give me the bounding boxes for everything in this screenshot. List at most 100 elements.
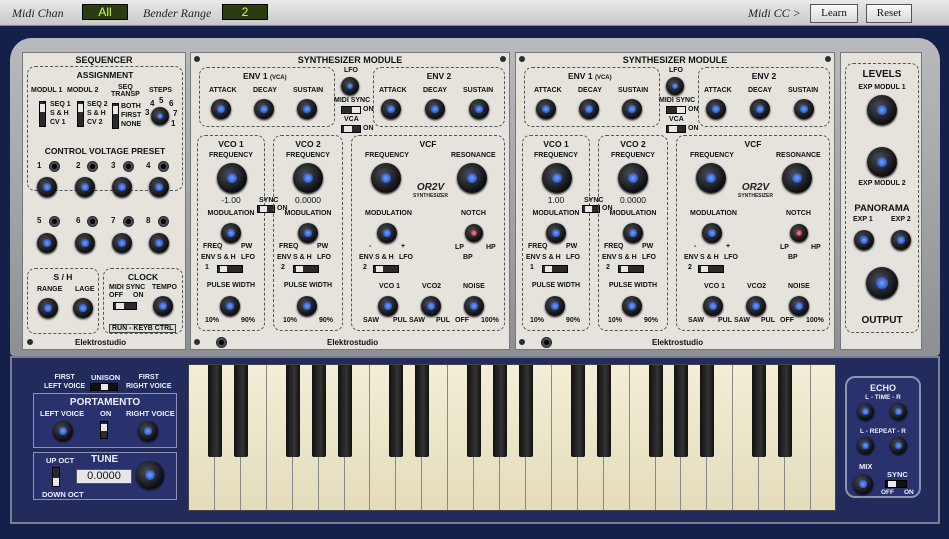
bender-range-display[interactable]: 2 (222, 4, 268, 20)
env2-attack-knob[interactable] (706, 99, 726, 119)
env2-sustain-knob[interactable] (794, 99, 814, 119)
exp2-pan-knob[interactable] (891, 230, 911, 250)
preset-knob[interactable] (149, 177, 169, 197)
vco1-mod-source-switch[interactable] (217, 265, 243, 273)
vcf-resonance-knob[interactable] (782, 163, 812, 193)
black-key[interactable] (648, 365, 663, 457)
black-key[interactable] (778, 365, 793, 457)
module-jack[interactable] (216, 337, 227, 348)
black-key[interactable] (596, 365, 611, 457)
module-jack[interactable] (541, 337, 552, 348)
preset-jack[interactable] (87, 161, 98, 172)
env1-attack-knob[interactable] (536, 99, 556, 119)
reset-button[interactable]: Reset (866, 4, 912, 23)
vco1-pulse-width-knob[interactable] (220, 296, 240, 316)
white-key[interactable] (811, 365, 835, 510)
vco2-frequency-knob[interactable] (618, 163, 648, 193)
octave-switch[interactable] (52, 467, 60, 487)
steps-knob[interactable] (151, 107, 169, 125)
black-key[interactable] (518, 365, 533, 457)
preset-jack[interactable] (49, 161, 60, 172)
lfo-knob[interactable] (341, 77, 359, 95)
preset-jack[interactable] (87, 216, 98, 227)
vco2-pulse-width-knob[interactable] (622, 296, 642, 316)
vcf-modulation-knob[interactable] (702, 223, 722, 243)
env1-decay-knob[interactable] (579, 99, 599, 119)
midi-chan-display[interactable]: All (82, 4, 128, 20)
vca-switch[interactable] (341, 125, 361, 133)
echo-repeat-left-knob[interactable] (857, 437, 874, 454)
vco2-pulse-width-knob[interactable] (297, 296, 317, 316)
vcf-frequency-knob[interactable] (371, 163, 401, 193)
preset-knob[interactable] (149, 233, 169, 253)
notch-knob[interactable] (465, 224, 483, 242)
env2-attack-knob[interactable] (381, 99, 401, 119)
black-key[interactable] (285, 365, 300, 457)
env1-decay-knob[interactable] (254, 99, 274, 119)
learn-button[interactable]: Learn (810, 4, 858, 23)
vcf-frequency-knob[interactable] (696, 163, 726, 193)
vco2-modulation-knob[interactable] (298, 223, 318, 243)
run-keyb-ctrl[interactable]: RUN - KEYB CTRL (109, 324, 177, 333)
vco1-frequency-knob[interactable] (217, 163, 247, 193)
exp1-pan-knob[interactable] (854, 230, 874, 250)
vco2-mix-knob[interactable] (421, 296, 441, 316)
black-key[interactable] (311, 365, 326, 457)
lfo-knob[interactable] (666, 77, 684, 95)
preset-knob[interactable] (37, 177, 57, 197)
range-knob[interactable] (38, 298, 58, 318)
black-key[interactable] (493, 365, 508, 457)
preset-knob[interactable] (37, 233, 57, 253)
vco1-modulation-knob[interactable] (221, 223, 241, 243)
black-key[interactable] (207, 365, 222, 457)
echo-time-left-knob[interactable] (857, 403, 874, 420)
output-knob[interactable] (866, 267, 898, 299)
noise-knob[interactable] (789, 296, 809, 316)
exp-modul1-knob[interactable] (867, 95, 897, 125)
lfo-midi-sync-switch[interactable] (666, 106, 686, 114)
black-key[interactable] (233, 365, 248, 457)
vcf-modulation-knob[interactable] (377, 223, 397, 243)
preset-jack[interactable] (123, 216, 134, 227)
vcf-mod-source-switch[interactable] (373, 265, 399, 273)
lfo-midi-sync-switch[interactable] (341, 106, 361, 114)
preset-jack[interactable] (158, 161, 169, 172)
preset-knob[interactable] (112, 177, 132, 197)
preset-jack[interactable] (123, 161, 134, 172)
modul2-switch[interactable] (77, 101, 84, 127)
env1-sustain-knob[interactable] (622, 99, 642, 119)
vco2-modulation-knob[interactable] (623, 223, 643, 243)
black-key[interactable] (389, 365, 404, 457)
vco2-mod-source-switch[interactable] (293, 265, 319, 273)
preset-knob[interactable] (75, 177, 95, 197)
env2-decay-knob[interactable] (750, 99, 770, 119)
echo-sync-switch[interactable] (885, 480, 907, 488)
env2-decay-knob[interactable] (425, 99, 445, 119)
tempo-knob[interactable] (153, 296, 173, 316)
vcf-resonance-knob[interactable] (457, 163, 487, 193)
vco2-mix-knob[interactable] (746, 296, 766, 316)
env2-sustain-knob[interactable] (469, 99, 489, 119)
echo-repeat-right-knob[interactable] (890, 437, 907, 454)
preset-knob[interactable] (75, 233, 95, 253)
echo-time-right-knob[interactable] (890, 403, 907, 420)
black-key[interactable] (467, 365, 482, 457)
vco1-pulse-width-knob[interactable] (545, 296, 565, 316)
env1-attack-knob[interactable] (211, 99, 231, 119)
exp-modul2-knob[interactable] (867, 147, 897, 177)
vco1-mix-knob[interactable] (378, 296, 398, 316)
black-key[interactable] (674, 365, 689, 457)
preset-jack[interactable] (158, 216, 169, 227)
vco1-mod-source-switch[interactable] (542, 265, 568, 273)
portamento-right-knob[interactable] (138, 421, 158, 441)
midi-sync-switch[interactable] (113, 302, 137, 310)
vco1-modulation-knob[interactable] (546, 223, 566, 243)
vco1-frequency-knob[interactable] (542, 163, 572, 193)
notch-knob[interactable] (790, 224, 808, 242)
black-key[interactable] (752, 365, 767, 457)
unison-switch[interactable] (90, 383, 118, 391)
vco2-frequency-knob[interactable] (293, 163, 323, 193)
black-key[interactable] (415, 365, 430, 457)
vco2-mod-source-switch[interactable] (618, 265, 644, 273)
echo-mix-knob[interactable] (853, 474, 873, 494)
